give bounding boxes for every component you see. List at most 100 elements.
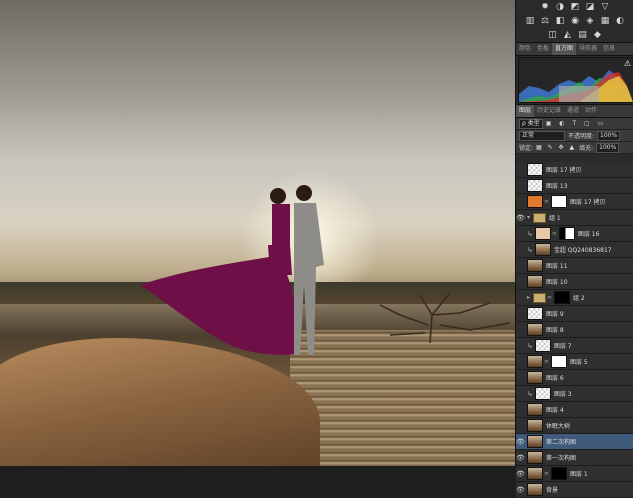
opacity-label: 不透明度:: [568, 133, 595, 140]
layers-tab-0[interactable]: 图层: [516, 105, 535, 117]
layer-row[interactable]: ▸ ∞ 组 2: [516, 290, 633, 306]
grid-icon[interactable]: ▦: [601, 16, 610, 26]
histogram-tab-4[interactable]: 信息: [600, 43, 618, 55]
layer-row[interactable]: 👁 ∞ 图层 1: [516, 466, 633, 482]
layer-row[interactable]: ↳ ∞ 图层 16: [516, 226, 633, 242]
layer-thumbnail: [527, 179, 543, 192]
layer-name: 图层 11: [546, 263, 568, 270]
layer-mask-thumbnail[interactable]: [551, 195, 567, 208]
layer-name: 图层 7: [553, 343, 572, 350]
layer-row[interactable]: 图层 8: [516, 322, 633, 338]
layer-row[interactable]: 图层 4: [516, 402, 633, 418]
filter-icons[interactable]: ▣ ◐ T ▢ ▭: [546, 120, 607, 127]
histogram-tabs: 颜色 色板 直方图 导航器 信息: [516, 42, 633, 56]
layer-row[interactable]: 休眠大树: [516, 418, 633, 434]
document-canvas[interactable]: [0, 0, 515, 466]
layer-row[interactable]: 图层 10: [516, 274, 633, 290]
gradientmap-icon[interactable]: ▤: [578, 30, 587, 40]
selectivecolor-icon[interactable]: ◆: [593, 30, 602, 40]
layer-name: 图层 17 拷贝: [570, 199, 606, 206]
blend-mode-select[interactable]: 正常: [519, 130, 565, 141]
layer-thumbnail: [534, 387, 551, 400]
fill-field[interactable]: 100%: [596, 142, 620, 153]
group-toggle-icon[interactable]: ▾: [527, 214, 530, 221]
layer-name: 宝超 QQ240836817: [553, 247, 612, 254]
camera-icon[interactable]: ◉: [571, 16, 580, 26]
layer-row[interactable]: 👁 背景: [516, 482, 633, 498]
brightness-icon[interactable]: ◑: [556, 2, 565, 12]
layer-row[interactable]: 图层 17 拷贝: [516, 162, 633, 178]
visibility-eye-icon[interactable]: 👁: [516, 486, 525, 494]
mask-link-icon[interactable]: ∞: [544, 358, 549, 365]
layer-thumbnail: [527, 307, 543, 320]
layer-row[interactable]: 👁 第二次构图: [516, 434, 633, 450]
histogram: ⚠: [518, 57, 633, 103]
layer-row[interactable]: ∞ 图层 5: [516, 354, 633, 370]
group-toggle-icon[interactable]: ▸: [527, 294, 530, 301]
layer-name: 第一次构图: [546, 455, 577, 462]
lock-icons[interactable]: ▦ ✎ ✥ ▲: [536, 144, 576, 151]
layer-name: 图层 17 拷贝: [546, 167, 582, 174]
layers-tab-2[interactable]: 通道: [564, 105, 582, 117]
histogram-warning-icon[interactable]: ⚠: [624, 59, 631, 68]
layer-thumbnail: [527, 275, 543, 288]
filter-kind-select[interactable]: ρ 类型: [519, 118, 543, 129]
layer-row[interactable]: ↳ 图层 7: [516, 338, 633, 354]
histogram-tab-2[interactable]: 直方图: [552, 43, 577, 55]
layer-row[interactable]: ↳ 宝超 QQ240836817: [516, 242, 633, 258]
clipping-arrow-icon: ↳: [527, 245, 533, 254]
histogram-tab-1[interactable]: 色板: [534, 43, 552, 55]
histogram-tab-3[interactable]: 导航器: [576, 43, 600, 55]
layer-name: 组 2: [573, 295, 585, 302]
adjustments-row-2: ▥ ⚖ ◧ ◉ ◈ ▦ ◐: [516, 14, 633, 28]
layer-name: 背景: [546, 487, 559, 494]
layers-tab-3[interactable]: 动作: [582, 105, 600, 117]
adjustments-row-1: ✹ ◑ ◩ ◪ ▽: [516, 0, 633, 14]
posterize-icon[interactable]: ◫: [548, 30, 557, 40]
mixer-icon[interactable]: ◈: [586, 16, 595, 26]
layer-thumbnail: [527, 467, 543, 480]
layer-row[interactable]: 图层 9: [516, 306, 633, 322]
threshold-icon[interactable]: ◭: [563, 30, 572, 40]
layer-row[interactable]: 图层 6: [516, 370, 633, 386]
lock-bar: 锁定: ▦ ✎ ✥ ▲ 填充: 100%: [516, 142, 633, 154]
visibility-eye-icon[interactable]: 👁: [516, 438, 525, 446]
mask-link-icon[interactable]: ∞: [547, 294, 552, 301]
layer-row[interactable]: 👁 ▾ 组 1: [516, 210, 633, 226]
layer-mask-thumbnail[interactable]: [551, 467, 567, 480]
visibility-eye-icon[interactable]: 👁: [516, 214, 525, 222]
histogram-tab-0[interactable]: 颜色: [516, 43, 534, 55]
layer-row[interactable]: 👁 第一次构图: [516, 450, 633, 466]
clipping-arrow-icon: ↳: [527, 229, 533, 238]
layer-mask-thumbnail[interactable]: [554, 291, 571, 304]
invert-icon[interactable]: ◐: [616, 16, 625, 26]
exposure-icon[interactable]: ◪: [586, 2, 595, 12]
visibility-eye-icon[interactable]: 👁: [516, 454, 525, 462]
layer-thumbnail: [527, 371, 543, 384]
layer-name: 图层 6: [546, 375, 564, 382]
sun-icon[interactable]: ✹: [541, 2, 550, 12]
curves-icon[interactable]: ◩: [571, 2, 580, 12]
opacity-field[interactable]: 100%: [597, 130, 621, 141]
bw-icon[interactable]: ◧: [556, 16, 565, 26]
layers-tab-1[interactable]: 历史记录: [534, 105, 564, 117]
mask-link-icon[interactable]: ∞: [544, 470, 549, 477]
blend-bar: 正常 不透明度: 100%: [516, 130, 633, 142]
layer-row[interactable]: 图层 11: [516, 258, 633, 274]
visibility-eye-icon[interactable]: 👁: [516, 470, 525, 478]
layer-name: 图层 13: [546, 183, 568, 190]
layer-row[interactable]: ↳ 图层 3: [516, 386, 633, 402]
layer-thumbnail: [527, 163, 543, 176]
triangle-icon[interactable]: ▽: [601, 2, 610, 12]
layer-filter-bar: ρ 类型 ▣ ◐ T ▢ ▭: [516, 118, 633, 130]
balance-icon[interactable]: ⚖: [541, 16, 550, 26]
layer-mask-thumbnail[interactable]: [558, 227, 575, 240]
layer-mask-thumbnail[interactable]: [551, 355, 567, 368]
layer-thumbnail: [527, 355, 543, 368]
layer-row[interactable]: ∞ 图层 17 拷贝: [516, 194, 633, 210]
mask-link-icon[interactable]: ∞: [544, 198, 549, 205]
layer-row[interactable]: 图层 13: [516, 178, 633, 194]
layer-thumbnail: [527, 259, 543, 272]
levels-icon[interactable]: ▥: [526, 16, 535, 26]
mask-link-icon[interactable]: ∞: [552, 230, 557, 237]
